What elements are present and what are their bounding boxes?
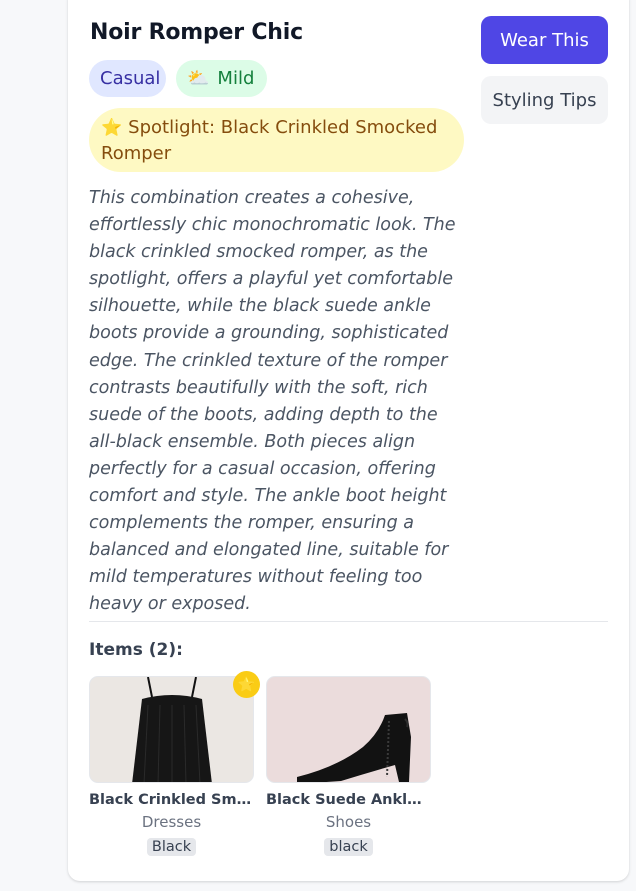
styling-tips-button[interactable]: Styling Tips: [481, 76, 608, 124]
weather-tag: ⛅ Mild: [176, 60, 267, 97]
item-image-boots[interactable]: [266, 676, 431, 783]
outfit-description: This combination creates a cohesive, eff…: [89, 188, 456, 615]
outfit-title: Noir Romper Chic: [90, 20, 303, 45]
items-heading: Items (2):: [89, 640, 183, 660]
item-color-badge: black: [324, 838, 373, 856]
occasion-tag-label: Casual: [100, 68, 161, 89]
item-card-boots[interactable]: Black Suede Ankle Boots Shoes black: [266, 676, 431, 856]
divider: [89, 621, 608, 622]
item-category: Shoes: [325, 813, 372, 831]
item-image-romper[interactable]: [89, 676, 254, 783]
wear-this-button[interactable]: Wear This: [481, 16, 608, 64]
spotlight-banner: ⭐ Spotlight: Black Crinkled Smocked Rompe…: [89, 108, 464, 172]
item-card-romper[interactable]: Black Crinkled Smocked Romper Dresses Bl…: [89, 676, 254, 856]
item-name: Black Crinkled Smocked Romper: [89, 792, 254, 808]
romper-image: [132, 677, 212, 782]
star-icon: ⭐: [101, 118, 123, 138]
spotlight-text: Spotlight: Black Crinkled Smocked Romper: [101, 117, 438, 164]
occasion-tag: Casual: [89, 60, 166, 97]
boot-image: [297, 713, 411, 782]
item-name: Black Suede Ankle Boots: [266, 792, 431, 808]
weather-tag-label: Mild: [217, 68, 255, 89]
item-color-badge: Black: [146, 838, 197, 856]
spotlight-star-badge-icon: ⭐: [233, 671, 260, 698]
sun-behind-cloud-icon: ⛅: [187, 68, 210, 89]
item-category: Dresses: [141, 813, 202, 831]
